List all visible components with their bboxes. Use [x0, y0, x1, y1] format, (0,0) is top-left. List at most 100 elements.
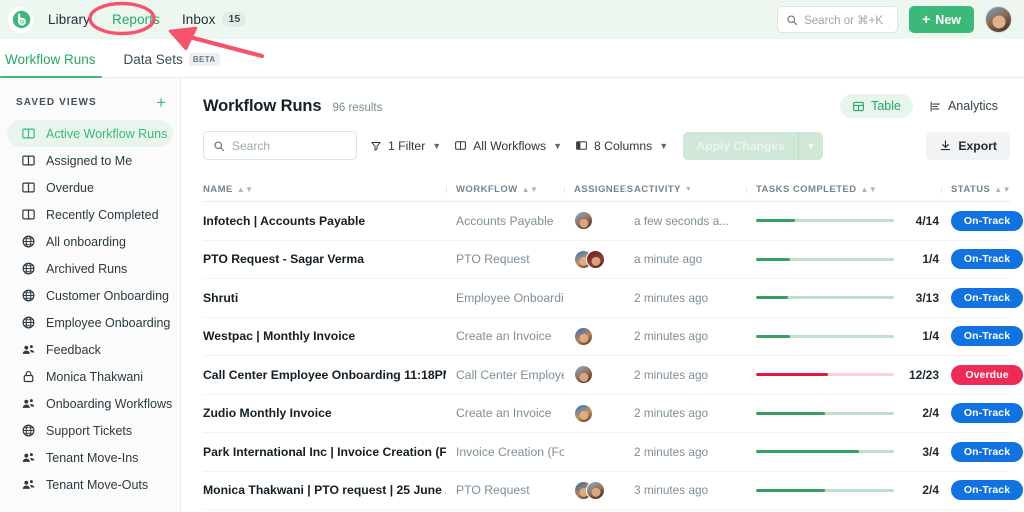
sidebar-item-archived-runs[interactable]: Archived Runs [7, 255, 173, 282]
column-header-name[interactable]: NAME ▲▼ [203, 184, 446, 195]
assignee-avatar[interactable] [586, 480, 605, 500]
row-name[interactable]: Monica Thakwani | PTO request | 25 June … [203, 483, 446, 497]
sort-icon: ▲▼ [236, 184, 254, 194]
table-row[interactable]: Call Center Employee Onboarding 11:18PM … [203, 356, 1023, 395]
assignee-avatar[interactable] [574, 403, 593, 423]
status-badge[interactable]: On-Track [951, 210, 1023, 231]
column-header-activity[interactable]: ACTIVITY ▼ [624, 184, 746, 195]
apply-changes-button[interactable]: Apply Changes [683, 131, 798, 160]
lock-icon [21, 369, 36, 384]
tasks-fraction: 1/4 [922, 329, 939, 344]
table-row[interactable]: Zudio Monthly Invoice Create an Invoice 2 … [203, 395, 1023, 433]
table-row[interactable]: Monica Thakwani | PTO request | 25 June … [203, 472, 1023, 510]
tasks-fraction: 3/4 [922, 444, 939, 459]
bika-logo-icon[interactable] [8, 6, 34, 33]
sidebar-item-employee-onboarding[interactable]: Employee Onboarding [7, 309, 173, 336]
row-name[interactable]: PTO Request - Sagar Verma [203, 252, 446, 266]
status-badge[interactable]: Overdue [951, 364, 1023, 385]
view-toggle-table[interactable]: Table [840, 94, 913, 118]
row-workflow[interactable]: Call Center Employee Onb [446, 368, 564, 382]
row-name[interactable]: Shruti [203, 291, 446, 305]
filter-dropdown[interactable]: 1 Filter ▼ [370, 139, 441, 153]
view-toggle: Table Analytics [840, 94, 1010, 118]
row-workflow[interactable]: PTO Request [446, 483, 564, 497]
row-workflow[interactable]: Create an Invoice [446, 406, 564, 420]
row-name[interactable]: Park International Inc | Invoice Creatio… [203, 445, 446, 459]
table-row[interactable]: Westpac | Monthly Invoice Create an Invoi… [203, 318, 1023, 356]
tab-data-sets[interactable]: Data Sets BETA [124, 52, 220, 77]
row-tasks-completed: 2/4 [746, 483, 941, 497]
assignee-avatar[interactable] [574, 365, 593, 385]
progress-bar-fill [756, 257, 791, 261]
row-status: On-Track [941, 249, 1024, 270]
sidebar-item-label: All onboarding [46, 234, 126, 249]
tab-workflow-runs-label: Workflow Runs [5, 52, 96, 67]
sidebar-item-overdue[interactable]: Overdue [7, 174, 173, 201]
sidebar-item-tenant-move-ins[interactable]: Tenant Move-Ins [7, 444, 173, 471]
row-workflow[interactable]: PTO Request [446, 252, 564, 266]
row-name[interactable]: Zudio Monthly Invoice [203, 406, 446, 420]
status-badge[interactable]: On-Track [951, 403, 1023, 424]
user-avatar[interactable] [985, 6, 1012, 33]
workflows-dropdown[interactable]: All Workflows ▼ [454, 139, 562, 153]
table-row[interactable]: PTO Request - Sagar Verma PTO Request a mi… [203, 241, 1023, 279]
row-tasks-completed: 2/4 [746, 406, 941, 420]
sidebar-item-feedback[interactable]: Feedback [7, 336, 173, 363]
sort-icon: ▲▼ [521, 184, 539, 194]
row-tasks-completed: 4/14 [746, 214, 941, 228]
globe-icon [21, 234, 36, 249]
sidebar-item-onboarding-workflows[interactable]: Onboarding Workflows [7, 390, 173, 417]
nav-item-reports[interactable]: Reports [112, 12, 160, 27]
assignee-avatar[interactable] [574, 211, 593, 231]
table-row[interactable]: Park International Inc | Invoice Creatio… [203, 433, 1023, 472]
status-badge[interactable]: On-Track [951, 326, 1023, 347]
table-search-placeholder: Search [232, 138, 271, 153]
saved-views-title: SAVED VIEWS [16, 97, 97, 108]
apply-changes-caret[interactable]: ▼ [797, 131, 823, 160]
column-header-workflow[interactable]: WORKFLOW ▲▼ [446, 184, 564, 195]
column-header-assignees[interactable]: ASSIGNEES [564, 184, 633, 195]
row-workflow[interactable]: Employee Onboarding anc [446, 291, 564, 305]
export-button[interactable]: Export [926, 131, 1010, 160]
sort-icon: ▲▼ [860, 184, 878, 194]
sidebar-item-all-onboarding[interactable]: All onboarding [7, 228, 173, 255]
status-badge[interactable]: On-Track [951, 249, 1023, 270]
assignee-avatar[interactable] [586, 249, 605, 269]
table-row[interactable]: ShrutiEmployee Onboarding anc 2 minutes a… [203, 279, 1023, 318]
column-header-status[interactable]: STATUS ▲▼ [941, 184, 1024, 195]
nav-item-inbox[interactable]: Inbox 15 [182, 12, 247, 27]
columns-dropdown[interactable]: 8 Columns ▼ [575, 139, 668, 153]
sidebar-item-active-workflow-runs[interactable]: Active Workflow Runs [7, 120, 173, 147]
table-row[interactable]: Infotech | Accounts Payable Accounts Paya… [203, 202, 1023, 241]
progress-bar [756, 411, 894, 415]
row-name[interactable]: Call Center Employee Onboarding 11:18PM … [203, 368, 446, 382]
row-workflow[interactable]: Create an Invoice [446, 329, 564, 343]
sidebar-item-label: Customer Onboarding [46, 288, 169, 303]
global-search-input[interactable]: Search or ⌘+K [777, 6, 899, 33]
status-badge[interactable]: On-Track [951, 287, 1023, 308]
sidebar-item-customer-onboarding[interactable]: Customer Onboarding [7, 282, 173, 309]
row-workflow[interactable]: Accounts Payable [446, 214, 564, 228]
sidebar-item-support-tickets[interactable]: Support Tickets [7, 417, 173, 444]
row-activity: a minute ago [634, 252, 703, 267]
add-saved-view-button[interactable]: + [156, 94, 166, 111]
row-name[interactable]: Westpac | Monthly Invoice [203, 329, 446, 343]
nav-item-library[interactable]: Library [48, 12, 90, 27]
table-search-input[interactable]: Search [203, 131, 357, 160]
view-toggle-analytics[interactable]: Analytics [917, 94, 1010, 118]
sidebar-item-monica-thakwani[interactable]: Monica Thakwani [7, 363, 173, 390]
sidebar-item-assigned-to-me[interactable]: Assigned to Me [7, 147, 173, 174]
assignee-avatar[interactable] [574, 326, 593, 346]
sidebar-item-tenant-move-outs[interactable]: Tenant Move-Outs [7, 471, 173, 498]
status-badge[interactable]: On-Track [951, 441, 1023, 462]
row-name[interactable]: Infotech | Accounts Payable [203, 214, 446, 228]
new-button[interactable]: + New [909, 6, 974, 33]
tab-workflow-runs[interactable]: Workflow Runs [0, 52, 102, 78]
column-header-tasks-completed[interactable]: TASKS COMPLETED ▲▼ [746, 184, 941, 195]
row-workflow[interactable]: Invoice Creation (For Ager [446, 445, 564, 459]
progress-bar [756, 373, 894, 377]
chevron-down-icon: ▼ [432, 140, 442, 151]
status-badge[interactable]: On-Track [951, 480, 1023, 501]
sidebar-item-label: Support Tickets [46, 423, 133, 438]
sidebar-item-recently-completed[interactable]: Recently Completed [7, 201, 173, 228]
